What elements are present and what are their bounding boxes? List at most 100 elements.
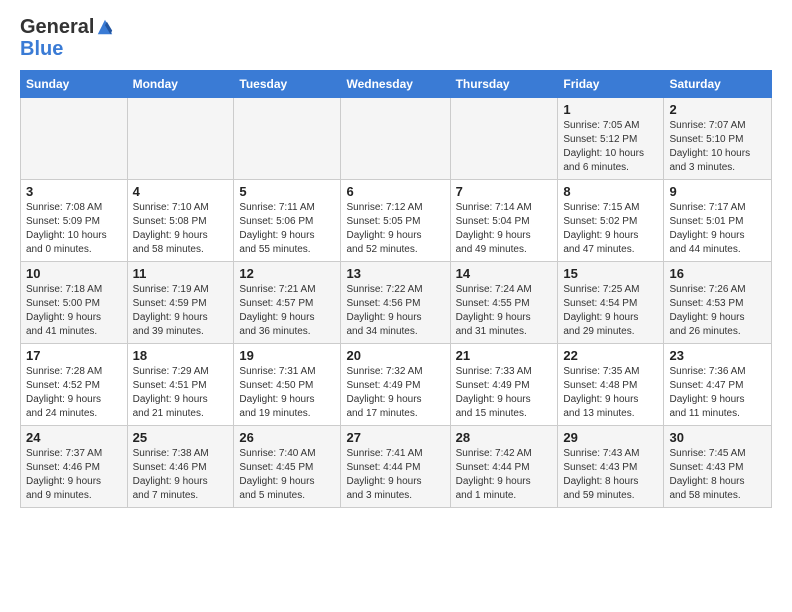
day-info: Sunrise: 7:15 AM Sunset: 5:02 PM Dayligh… (563, 201, 658, 257)
day-info: Sunrise: 7:26 AM Sunset: 4:53 PM Dayligh… (669, 283, 766, 339)
day-cell: 18 Sunrise: 7:29 AM Sunset: 4:51 PM Dayli… (127, 344, 234, 426)
day-number: 27 (346, 430, 444, 445)
day-number: 16 (669, 266, 766, 281)
week-row-4: 24Sunrise: 7:37 AM Sunset: 4:46 PM Dayli… (21, 426, 772, 508)
day-cell: 26 Sunrise: 7:40 AM Sunset: 4:45 PM Dayli… (234, 426, 341, 508)
weekday-tuesday: Tuesday (234, 71, 341, 98)
day-cell: 3 Sunrise: 7:08 AM Sunset: 5:09 PM Daylig… (21, 180, 128, 262)
day-cell: 21 Sunrise: 7:33 AM Sunset: 4:49 PM Dayli… (450, 344, 558, 426)
weekday-wednesday: Wednesday (341, 71, 450, 98)
logo-general: General (20, 16, 94, 38)
logo: General Blue (20, 16, 114, 60)
day-number: 29 (563, 430, 658, 445)
day-info: Sunrise: 7:24 AM Sunset: 4:55 PM Dayligh… (456, 283, 553, 339)
day-cell: 17 Sunrise: 7:28 AM Sunset: 4:52 PM Dayli… (21, 344, 128, 426)
day-cell: 12 Sunrise: 7:21 AM Sunset: 4:57 PM Dayli… (234, 262, 341, 344)
day-info: Sunrise: 7:05 AM Sunset: 5:12 PM Dayligh… (563, 119, 658, 175)
day-cell (234, 98, 341, 180)
day-number: 1 (563, 102, 658, 117)
day-cell: 19 Sunrise: 7:31 AM Sunset: 4:50 PM Dayli… (234, 344, 341, 426)
day-number: 30 (669, 430, 766, 445)
day-info: Sunrise: 7:10 AM Sunset: 5:08 PM Dayligh… (133, 201, 229, 257)
day-number: 25 (133, 430, 229, 445)
day-cell (341, 98, 450, 180)
weekday-saturday: Saturday (664, 71, 772, 98)
day-info: Sunrise: 7:32 AM Sunset: 4:49 PM Dayligh… (346, 365, 444, 421)
day-info: Sunrise: 7:22 AM Sunset: 4:56 PM Dayligh… (346, 283, 444, 339)
day-number: 18 (133, 348, 229, 363)
day-cell: 27 Sunrise: 7:41 AM Sunset: 4:44 PM Dayli… (341, 426, 450, 508)
day-cell: 28Sunrise: 7:42 AM Sunset: 4:44 PM Dayli… (450, 426, 558, 508)
day-number: 19 (239, 348, 335, 363)
day-info: Sunrise: 7:31 AM Sunset: 4:50 PM Dayligh… (239, 365, 335, 421)
day-cell (21, 98, 128, 180)
day-cell: 2Sunrise: 7:07 AM Sunset: 5:10 PM Daylig… (664, 98, 772, 180)
day-cell: 8Sunrise: 7:15 AM Sunset: 5:02 PM Daylig… (558, 180, 664, 262)
day-number: 17 (26, 348, 122, 363)
day-cell: 15 Sunrise: 7:25 AM Sunset: 4:54 PM Dayli… (558, 262, 664, 344)
day-info: Sunrise: 7:08 AM Sunset: 5:09 PM Dayligh… (26, 201, 122, 257)
day-number: 14 (456, 266, 553, 281)
day-cell: 5 Sunrise: 7:11 AM Sunset: 5:06 PM Daylig… (234, 180, 341, 262)
weekday-header-row: SundayMondayTuesdayWednesdayThursdayFrid… (21, 71, 772, 98)
day-number: 5 (239, 184, 335, 199)
weekday-thursday: Thursday (450, 71, 558, 98)
week-row-3: 17 Sunrise: 7:28 AM Sunset: 4:52 PM Dayli… (21, 344, 772, 426)
day-info: Sunrise: 7:41 AM Sunset: 4:44 PM Dayligh… (346, 447, 444, 503)
day-info: Sunrise: 7:18 AM Sunset: 5:00 PM Dayligh… (26, 283, 122, 339)
day-number: 21 (456, 348, 553, 363)
day-cell: 10 Sunrise: 7:18 AM Sunset: 5:00 PM Dayli… (21, 262, 128, 344)
day-cell: 7 Sunrise: 7:14 AM Sunset: 5:04 PM Daylig… (450, 180, 558, 262)
weekday-sunday: Sunday (21, 71, 128, 98)
day-info: Sunrise: 7:14 AM Sunset: 5:04 PM Dayligh… (456, 201, 553, 257)
day-cell: 6Sunrise: 7:12 AM Sunset: 5:05 PM Daylig… (341, 180, 450, 262)
day-cell: 9 Sunrise: 7:17 AM Sunset: 5:01 PM Daylig… (664, 180, 772, 262)
day-cell: 23 Sunrise: 7:36 AM Sunset: 4:47 PM Dayli… (664, 344, 772, 426)
week-row-2: 10 Sunrise: 7:18 AM Sunset: 5:00 PM Dayli… (21, 262, 772, 344)
day-info: Sunrise: 7:38 AM Sunset: 4:46 PM Dayligh… (133, 447, 229, 503)
day-cell: 22Sunrise: 7:35 AM Sunset: 4:48 PM Dayli… (558, 344, 664, 426)
day-number: 20 (346, 348, 444, 363)
day-info: Sunrise: 7:29 AM Sunset: 4:51 PM Dayligh… (133, 365, 229, 421)
day-cell: 11 Sunrise: 7:19 AM Sunset: 4:59 PM Dayli… (127, 262, 234, 344)
day-info: Sunrise: 7:40 AM Sunset: 4:45 PM Dayligh… (239, 447, 335, 503)
calendar: SundayMondayTuesdayWednesdayThursdayFrid… (20, 70, 772, 508)
day-info: Sunrise: 7:45 AM Sunset: 4:43 PM Dayligh… (669, 447, 766, 503)
day-number: 4 (133, 184, 229, 199)
day-number: 15 (563, 266, 658, 281)
day-info: Sunrise: 7:12 AM Sunset: 5:05 PM Dayligh… (346, 201, 444, 257)
day-number: 7 (456, 184, 553, 199)
day-cell: 14 Sunrise: 7:24 AM Sunset: 4:55 PM Dayli… (450, 262, 558, 344)
day-number: 11 (133, 266, 229, 281)
week-row-0: 1 Sunrise: 7:05 AM Sunset: 5:12 PM Daylig… (21, 98, 772, 180)
day-info: Sunrise: 7:43 AM Sunset: 4:43 PM Dayligh… (563, 447, 658, 503)
week-row-1: 3 Sunrise: 7:08 AM Sunset: 5:09 PM Daylig… (21, 180, 772, 262)
day-number: 3 (26, 184, 122, 199)
day-info: Sunrise: 7:42 AM Sunset: 4:44 PM Dayligh… (456, 447, 553, 503)
header: General Blue (20, 16, 772, 60)
day-cell: 20 Sunrise: 7:32 AM Sunset: 4:49 PM Dayli… (341, 344, 450, 426)
day-cell: 24Sunrise: 7:37 AM Sunset: 4:46 PM Dayli… (21, 426, 128, 508)
day-info: Sunrise: 7:11 AM Sunset: 5:06 PM Dayligh… (239, 201, 335, 257)
day-number: 10 (26, 266, 122, 281)
day-number: 12 (239, 266, 335, 281)
day-info: Sunrise: 7:17 AM Sunset: 5:01 PM Dayligh… (669, 201, 766, 257)
weekday-friday: Friday (558, 71, 664, 98)
day-cell: 4 Sunrise: 7:10 AM Sunset: 5:08 PM Daylig… (127, 180, 234, 262)
day-info: Sunrise: 7:21 AM Sunset: 4:57 PM Dayligh… (239, 283, 335, 339)
day-info: Sunrise: 7:33 AM Sunset: 4:49 PM Dayligh… (456, 365, 553, 421)
day-info: Sunrise: 7:36 AM Sunset: 4:47 PM Dayligh… (669, 365, 766, 421)
day-number: 9 (669, 184, 766, 199)
day-number: 26 (239, 430, 335, 445)
day-number: 23 (669, 348, 766, 363)
day-info: Sunrise: 7:28 AM Sunset: 4:52 PM Dayligh… (26, 365, 122, 421)
day-cell: 29 Sunrise: 7:43 AM Sunset: 4:43 PM Dayli… (558, 426, 664, 508)
logo-icon (96, 18, 114, 36)
day-cell (127, 98, 234, 180)
day-number: 13 (346, 266, 444, 281)
day-info: Sunrise: 7:19 AM Sunset: 4:59 PM Dayligh… (133, 283, 229, 339)
day-cell: 25 Sunrise: 7:38 AM Sunset: 4:46 PM Dayli… (127, 426, 234, 508)
day-info: Sunrise: 7:25 AM Sunset: 4:54 PM Dayligh… (563, 283, 658, 339)
logo-blue: Blue (20, 38, 114, 60)
day-cell: 16 Sunrise: 7:26 AM Sunset: 4:53 PM Dayli… (664, 262, 772, 344)
